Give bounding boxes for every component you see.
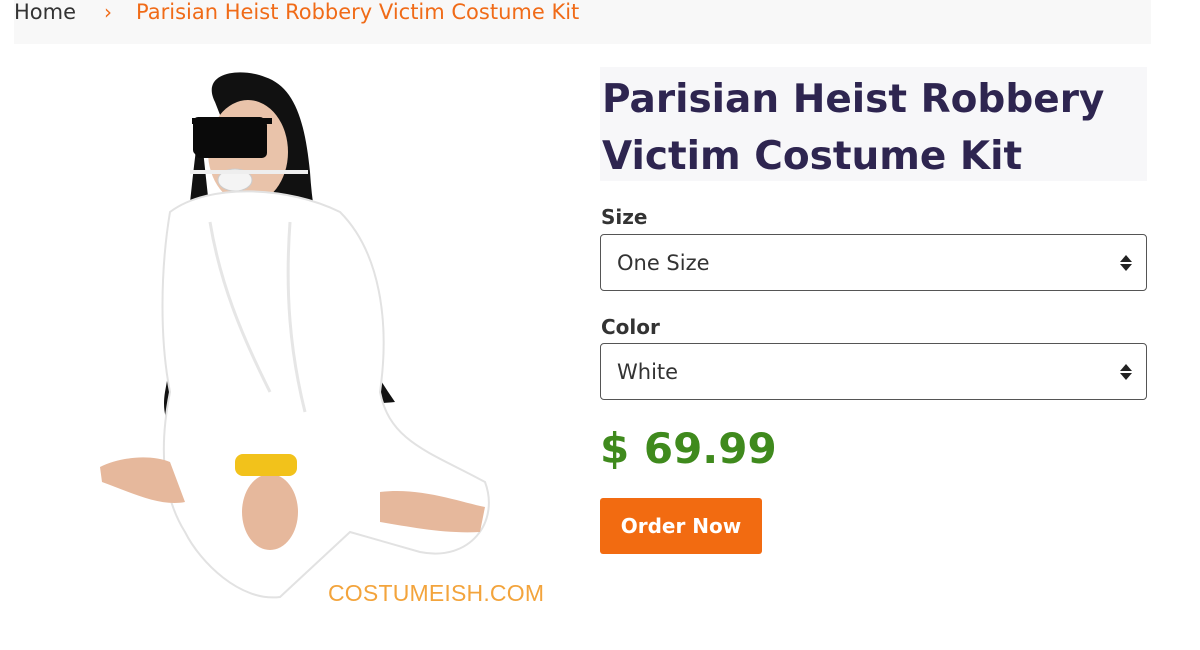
breadcrumb-home-link[interactable]: Home [14,0,76,24]
product-price: $ 69.99 [600,424,777,473]
image-watermark: COSTUMEISH.COM [328,580,545,606]
size-select[interactable]: One Size [600,234,1147,291]
color-select[interactable]: White [600,343,1147,400]
up-down-chevron-icon [1120,363,1132,380]
color-select-value: White [617,359,679,384]
breadcrumb: Home › Parisian Heist Robbery Victim Cos… [14,0,1151,44]
color-label: Color [601,315,660,339]
product-title: Parisian Heist Robbery Victim Costume Ki… [602,77,1105,179]
order-now-button[interactable]: Order Now [600,498,762,554]
up-down-chevron-icon [1120,254,1132,271]
breadcrumb-separator-icon: › [104,0,113,24]
product-title-container: Parisian Heist Robbery Victim Costume Ki… [600,67,1147,181]
size-label: Size [601,205,648,229]
size-select-value: One Size [617,250,710,275]
product-image [90,62,570,622]
breadcrumb-current: Parisian Heist Robbery Victim Costume Ki… [136,0,580,24]
